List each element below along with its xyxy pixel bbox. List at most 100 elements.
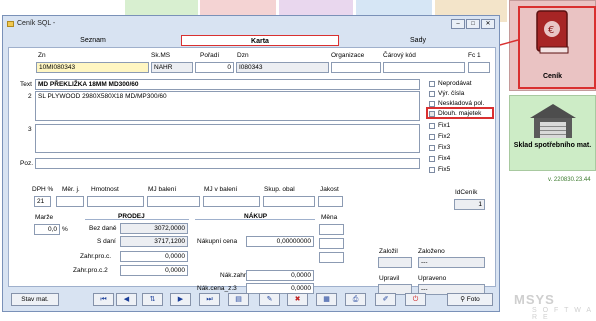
- zahr2-label: Zahr.pro.c.2: [73, 267, 108, 274]
- print-button[interactable]: ⎙: [345, 293, 366, 306]
- zalozil-input[interactable]: [378, 257, 412, 268]
- stav-mat-button[interactable]: Stav mat.: [11, 293, 59, 306]
- skup-obal-input[interactable]: [263, 196, 315, 207]
- text-input[interactable]: MD PŘEKLIŽKA 18MM MD300/60: [35, 79, 420, 90]
- dzn-input[interactable]: I080343: [236, 62, 329, 73]
- last-record-button[interactable]: ⏭: [199, 293, 220, 306]
- first-record-button[interactable]: ⏮: [93, 293, 114, 306]
- dlouh-majetek-highlight: [426, 107, 494, 119]
- tab-seznam[interactable]: Seznam: [7, 35, 179, 46]
- mer-label: Měr. j.: [62, 186, 80, 193]
- zalozeno-input[interactable]: ---: [418, 257, 485, 268]
- checkbox-box[interactable]: [429, 145, 435, 151]
- upravil-label: Upravil: [379, 275, 400, 282]
- nak-zahr-input[interactable]: 0,0000: [246, 270, 314, 281]
- mj-v-baleni-input[interactable]: [203, 196, 260, 207]
- new-record-button[interactable]: ▤: [228, 293, 249, 306]
- organizace-input[interactable]: [331, 62, 381, 73]
- fc1-label: Fc 1: [468, 52, 481, 59]
- version-text: v. 220830.23.44: [548, 177, 591, 183]
- checkbox-label: Výr. čísla: [438, 90, 465, 97]
- checkbox-box[interactable]: [429, 167, 435, 173]
- cenik-highlight: [518, 6, 596, 89]
- marze-label: Marže: [35, 214, 54, 221]
- pen-tool-button[interactable]: ✐: [375, 293, 396, 306]
- checkbox-label: Fix1: [438, 122, 451, 129]
- marze-unit: %: [62, 226, 68, 233]
- checkbox-box[interactable]: [429, 81, 435, 87]
- delete-record-button[interactable]: ✖: [287, 293, 308, 306]
- carovy-kod-input[interactable]: [383, 62, 465, 73]
- checkbox-box[interactable]: [429, 156, 435, 162]
- sklad-tile-label: Sklad spotřebního mat.: [513, 142, 592, 149]
- line2-textarea[interactable]: SL PLYWOOD 2980X580X18 MD/MP300/60: [35, 91, 420, 121]
- line3-textarea[interactable]: [35, 124, 420, 153]
- skms-input[interactable]: NAHR: [151, 62, 193, 73]
- upraveno-label: Upraveno: [418, 275, 447, 282]
- foto-label: Foto: [466, 296, 480, 303]
- zalozil-label: Založil: [379, 248, 398, 255]
- mena-input-2[interactable]: [319, 238, 344, 249]
- close-button[interactable]: ✕: [481, 19, 495, 29]
- sklad-tile[interactable]: Sklad spotřebního mat.: [509, 95, 596, 171]
- checkbox-box[interactable]: [429, 91, 435, 97]
- nak-cena-z3-label: Nák.cena_z.3: [197, 285, 237, 292]
- paperclip-icon: ⚲: [460, 296, 465, 303]
- mj-baleni-input[interactable]: [147, 196, 200, 207]
- dzn-label: Dzn: [237, 52, 249, 59]
- marze-input[interactable]: 0,0: [34, 224, 60, 235]
- poz-label: Poz.: [20, 160, 34, 167]
- idcenik-label: IdCeník: [455, 189, 478, 196]
- carovy-kod-label: Čárový kód: [383, 52, 416, 59]
- power-button[interactable]: ⏻: [405, 293, 426, 306]
- minimize-button[interactable]: ‒: [451, 19, 465, 29]
- dph-input[interactable]: 21: [34, 196, 51, 207]
- tab-karta[interactable]: Karta: [181, 35, 339, 46]
- jakost-label: Jakost: [320, 186, 339, 193]
- dph-label: DPH %: [32, 186, 54, 193]
- app-icon: [7, 21, 14, 27]
- line2-number: 2: [28, 93, 32, 100]
- checkbox-box[interactable]: [429, 123, 435, 129]
- company-logo: MSYS: [514, 292, 555, 307]
- mena-input-3[interactable]: [319, 252, 344, 263]
- fc1-input[interactable]: [468, 62, 490, 73]
- sort-button[interactable]: ⇅: [142, 293, 163, 306]
- mj-baleni-label: MJ balení: [148, 186, 177, 193]
- jakost-input[interactable]: [318, 196, 343, 207]
- idcenik-input[interactable]: 1: [454, 199, 485, 210]
- checkbox-box[interactable]: [429, 134, 435, 140]
- tab-bar: Seznam Karta Sady: [7, 35, 497, 46]
- window-title: Ceník SQL -: [17, 20, 56, 27]
- tab-sady[interactable]: Sady: [339, 35, 497, 46]
- mer-input[interactable]: [56, 196, 84, 207]
- maximize-button[interactable]: □: [466, 19, 480, 29]
- foto-button[interactable]: ⚲ Foto: [447, 293, 493, 306]
- zahr1-label: Zahr.pro.c.: [80, 253, 112, 260]
- poradi-label: Pořadí: [200, 52, 220, 59]
- s-dani-input[interactable]: 3717,1200: [120, 236, 188, 247]
- karta-panel: Zn Sk.MS Pořadí Dzn Organizace Čárový kó…: [8, 47, 496, 295]
- hmotnost-input[interactable]: [87, 196, 144, 207]
- checkbox-label: Fix4: [438, 155, 451, 162]
- checkbox-label: Neskladová pol.: [438, 100, 485, 107]
- poradi-input[interactable]: 0: [195, 62, 234, 73]
- text-label: Text: [20, 81, 32, 88]
- zn-label: Zn: [38, 52, 46, 59]
- bez-dane-input[interactable]: 3072,0000: [120, 223, 188, 234]
- organizace-label: Organizace: [331, 52, 365, 59]
- zahr1-input[interactable]: 0,0000: [120, 251, 188, 262]
- next-record-button[interactable]: ▶: [170, 293, 191, 306]
- table-view-button[interactable]: ▦: [316, 293, 337, 306]
- mj-v-baleni-label: MJ v balení: [204, 186, 238, 193]
- zn-input[interactable]: 10MI080343: [36, 62, 149, 73]
- zahr2-input[interactable]: 0,0000: [120, 265, 188, 276]
- edit-record-button[interactable]: ✎: [259, 293, 280, 306]
- zalozeno-label: Založeno: [418, 248, 445, 255]
- nakupni-cena-input[interactable]: 0,00000000: [246, 236, 314, 247]
- title-bar[interactable]: Ceník SQL - ‒ □ ✕: [3, 16, 499, 34]
- poz-input[interactable]: [35, 158, 420, 169]
- mena-input-1[interactable]: [319, 224, 344, 235]
- s-dani-label: S daní: [97, 238, 116, 245]
- prev-record-button[interactable]: ◀: [116, 293, 137, 306]
